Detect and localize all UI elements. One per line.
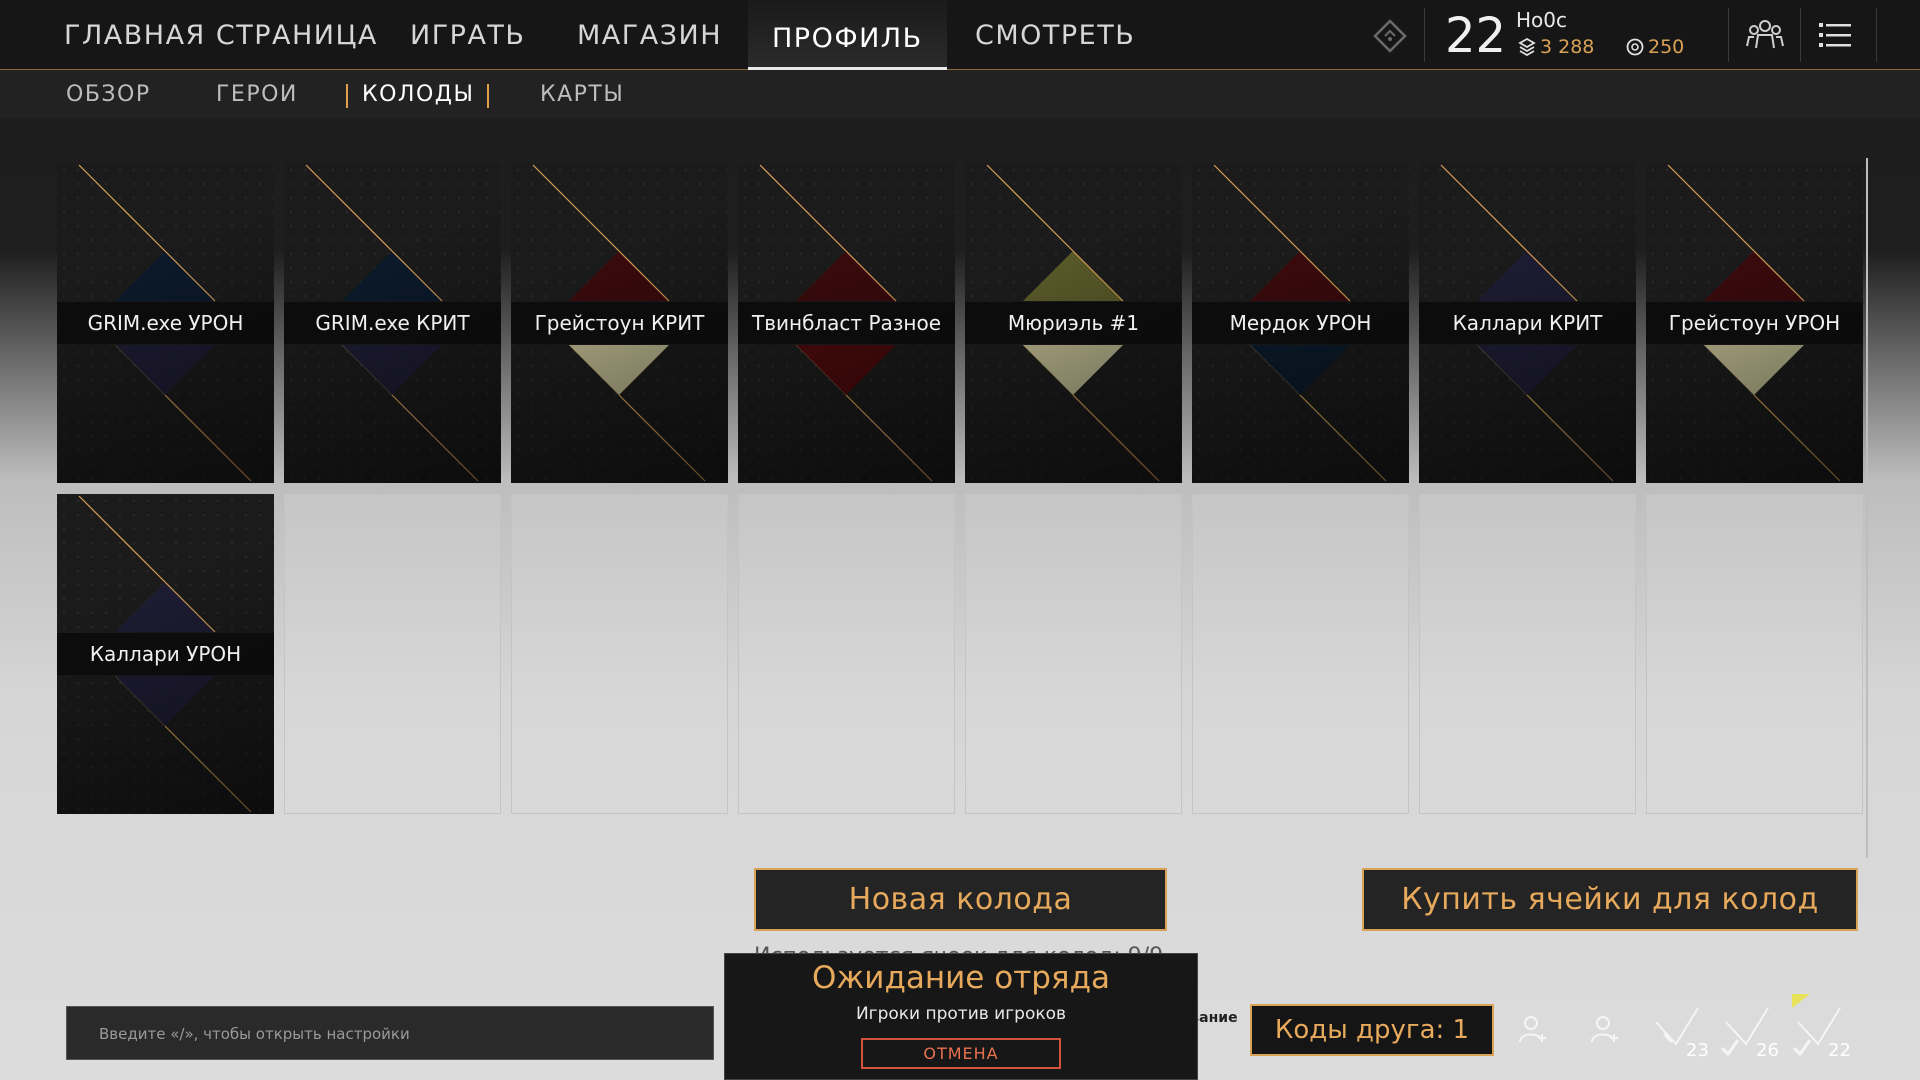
deck-name: GRIM.exe УРОН xyxy=(57,302,274,344)
menu-icon[interactable] xyxy=(1819,22,1851,52)
social-icon[interactable] xyxy=(1746,18,1784,56)
deck-name: Грейстоун КРИТ xyxy=(511,302,728,344)
new-deck-button[interactable]: Новая колода xyxy=(754,868,1167,931)
scrollbar-track[interactable] xyxy=(1866,158,1868,858)
notification-count-1: 23 xyxy=(1686,1040,1709,1061)
currency-1-value: 3 288 xyxy=(1540,36,1595,58)
currency-2: 250 xyxy=(1626,36,1684,58)
deck-card[interactable]: Твинбласт Разное xyxy=(738,163,955,483)
active-tab-bracket-right xyxy=(487,84,489,108)
deck-name: GRIM.exe КРИТ xyxy=(284,302,501,344)
deck-name: Твинбласт Разное xyxy=(738,302,955,344)
deck-card[interactable]: Каллари УРОН xyxy=(57,494,274,814)
deck-card[interactable]: GRIM.exe КРИТ xyxy=(284,163,501,483)
cancel-queue-button[interactable]: ОТМЕНА xyxy=(861,1038,1061,1069)
deck-card[interactable]: Мердок УРОН xyxy=(1192,163,1409,483)
notification-icon-3[interactable]: 22 xyxy=(1792,994,1851,1062)
chat-input[interactable]: Введите «/», чтобы открыть настройки xyxy=(66,1006,714,1060)
queue-title: Ожидание отряда xyxy=(811,960,1111,996)
divider xyxy=(1728,8,1729,62)
divider xyxy=(1800,8,1801,62)
deck-card[interactable]: Грейстоун КРИТ xyxy=(511,163,728,483)
active-tab-bracket-left xyxy=(346,84,348,108)
tab-decks[interactable]: КОЛОДЫ xyxy=(362,82,474,107)
nav-home[interactable]: ГЛАВНАЯ СТРАНИЦА xyxy=(64,20,378,70)
tab-overview[interactable]: ОБЗОР xyxy=(66,82,151,107)
matchmaking-queue-panel: Ожидание отряда Игроки против игроков ОТ… xyxy=(724,953,1198,1080)
deck-name: Грейстоун УРОН xyxy=(1646,302,1863,344)
notification-icon-2[interactable]: 26 xyxy=(1720,1002,1779,1062)
gem-icon xyxy=(1626,38,1644,56)
player-level: 22 xyxy=(1445,8,1507,64)
coins-icon xyxy=(1518,37,1536,57)
deck-card[interactable]: GRIM.exe УРОН xyxy=(57,163,274,483)
deck-card[interactable]: Каллари КРИТ xyxy=(1419,163,1636,483)
tab-heroes[interactable]: ГЕРОИ xyxy=(216,82,298,107)
top-navigation-bar: ГЛАВНАЯ СТРАНИЦА ИГРАТЬ МАГАЗИН ПРОФИЛЬ … xyxy=(0,0,1920,70)
deck-name: Мюриэль #1 xyxy=(965,302,1182,344)
deck-card[interactable]: Грейстоун УРОН xyxy=(1646,163,1863,483)
deck-name: Каллари УРОН xyxy=(57,633,274,675)
add-party-member-icon[interactable] xyxy=(1590,1014,1620,1048)
queue-mode: Игроки против игроков xyxy=(855,1004,1067,1024)
empty-deck-slot xyxy=(738,494,955,814)
empty-deck-slot xyxy=(1192,494,1409,814)
deck-card[interactable]: Мюриэль #1 xyxy=(965,163,1182,483)
nav-watch[interactable]: СМОТРЕТЬ xyxy=(975,20,1135,70)
currency-1: 3 288 xyxy=(1518,36,1594,58)
empty-deck-slot xyxy=(965,494,1182,814)
quest-icon[interactable] xyxy=(1372,18,1408,58)
currency-2-value: 250 xyxy=(1648,36,1685,58)
nav-store[interactable]: МАГАЗИН xyxy=(577,20,722,70)
empty-deck-slot xyxy=(1419,494,1636,814)
divider xyxy=(1424,8,1425,62)
buy-deck-slots-button[interactable]: Купить ячейки для колод xyxy=(1362,868,1858,931)
deck-name: Каллари КРИТ xyxy=(1419,302,1636,344)
empty-deck-slot xyxy=(511,494,728,814)
notification-icon-1[interactable]: 23 xyxy=(1650,1002,1709,1062)
notification-count-3: 22 xyxy=(1828,1040,1851,1061)
empty-deck-slot xyxy=(1646,494,1863,814)
nav-profile[interactable]: ПРОФИЛЬ xyxy=(748,0,947,70)
nav-play[interactable]: ИГРАТЬ xyxy=(410,20,525,70)
deck-name: Мердок УРОН xyxy=(1192,302,1409,344)
divider xyxy=(1876,8,1877,62)
profile-subnav: ОБЗОР ГЕРОИ КОЛОДЫ КАРТЫ xyxy=(0,70,1920,118)
player-name: Ho0c xyxy=(1516,8,1567,32)
friend-codes-button[interactable]: Коды друга: 1 xyxy=(1250,1004,1494,1056)
add-friend-icon[interactable] xyxy=(1518,1014,1548,1048)
notification-count-2: 26 xyxy=(1756,1040,1779,1061)
tab-cards[interactable]: КАРТЫ xyxy=(540,82,624,107)
empty-deck-slot xyxy=(284,494,501,814)
